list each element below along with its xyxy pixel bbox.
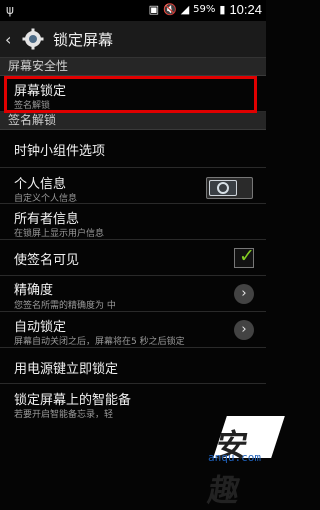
owner-info-title: 所有者信息 (14, 212, 80, 227)
settings-gear-icon (22, 28, 44, 50)
action-bar: ‹ 锁定屏幕 (0, 21, 266, 58)
make-signature-visible-row[interactable]: 使签名可见 ✓ (0, 240, 266, 276)
red-highlight-box (4, 76, 257, 113)
smart-memo-row[interactable]: 锁定屏幕上的智能备 若要开启智能备忘录，轻 (0, 384, 266, 420)
make-signature-visible-checkbox[interactable]: ✓ (234, 245, 255, 268)
signal-icon: ◢ (180, 3, 190, 16)
clock: 10:24 (229, 2, 262, 17)
accuracy-title: 精确度 (14, 283, 54, 298)
section-header: 签名解锁 (0, 112, 266, 130)
auto-lock-row[interactable]: 自动锁定 屏幕自动关闭之后，屏幕将在5 秒之后锁定 › (0, 312, 266, 348)
checkmark-icon: ✓ (239, 245, 255, 267)
accuracy-subtitle: 您签名所需的精确度为 中 (14, 301, 116, 311)
accuracy-row[interactable]: 精确度 您签名所需的精确度为 中 › (0, 276, 266, 312)
clock-widget-options-row[interactable]: 时钟小组件选项 (0, 130, 266, 168)
status-right: ▣ 🔇 ◢ 59% ▮ 10:24 (149, 2, 262, 17)
power-key-lock-row[interactable]: 用电源键立即锁定 (0, 348, 266, 384)
shopping-bag-icon: ▣ (148, 3, 159, 16)
auto-lock-subtitle: 屏幕自动关闭之后，屏幕将在5 秒之后锁定 (14, 337, 185, 347)
auto-lock-title: 自动锁定 (14, 320, 67, 335)
personal-info-toggle[interactable] (206, 177, 253, 199)
make-signature-visible-title: 使签名可见 (14, 253, 80, 268)
smart-memo-subtitle: 若要开启智能备忘录，轻 (14, 410, 114, 420)
back-arrow-icon[interactable]: ‹ (0, 30, 19, 49)
battery-icon: ▮ (219, 3, 226, 16)
watermark-url: anqu.com (208, 451, 261, 464)
owner-info-row[interactable]: 所有者信息 在锁屏上显示用户信息 (0, 204, 266, 240)
status-bar: ψ ▣ 🔇 ◢ 59% ▮ 10:24 (0, 0, 266, 21)
toggle-ring-icon (217, 182, 229, 194)
chevron-right-icon[interactable]: › (234, 320, 254, 340)
watermark-logo: 安趣 (205, 428, 251, 509)
usb-icon: ψ (6, 3, 14, 17)
smart-memo-title: 锁定屏幕上的智能备 (14, 393, 132, 408)
page-title: 锁定屏幕 (53, 30, 114, 49)
section-header: 屏幕安全性 (0, 58, 266, 76)
mute-icon: 🔇 (162, 3, 177, 16)
power-key-lock-title: 用电源键立即锁定 (14, 362, 119, 377)
owner-info-subtitle: 在锁屏上显示用户信息 (14, 229, 105, 239)
battery-percent: 59% (193, 4, 216, 15)
clock-widget-options-title: 时钟小组件选项 (14, 144, 106, 159)
personal-info-row[interactable]: 个人信息 自定义个人信息 (0, 168, 266, 204)
chevron-right-icon[interactable]: › (234, 284, 254, 304)
watermark-background (213, 416, 285, 458)
toggle-knob (209, 180, 237, 196)
personal-info-subtitle: 自定义个人信息 (14, 194, 78, 204)
personal-info-title: 个人信息 (14, 177, 67, 192)
